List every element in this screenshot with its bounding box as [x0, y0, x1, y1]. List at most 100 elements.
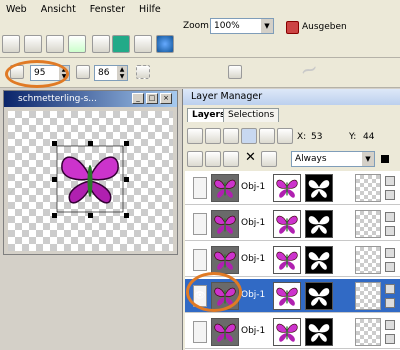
menu-ansicht[interactable]: Ansicht: [41, 4, 76, 15]
layer-lock-icon[interactable]: [385, 212, 395, 222]
layer-image-thumbnail: [273, 318, 301, 346]
layer-mask-thumbnail: [305, 174, 333, 202]
document-title: schmetterling-s...: [18, 94, 97, 104]
visibility-toggle[interactable]: [193, 249, 207, 271]
layer-lock-icon[interactable]: [385, 176, 395, 186]
resize-handle[interactable]: [88, 213, 93, 218]
layer-tool-icon[interactable]: [187, 128, 203, 144]
chevron-down-icon[interactable]: ▼: [362, 152, 374, 166]
resize-handle[interactable]: [88, 141, 93, 146]
layer-tool-icon[interactable]: [241, 128, 257, 144]
layer-row[interactable]: Obj-1: [185, 171, 400, 205]
layer-link-icon[interactable]: [385, 190, 395, 200]
blend-mode-value: Always: [295, 154, 327, 164]
selection-icon[interactable]: [136, 65, 150, 79]
layer-tool-icon[interactable]: [259, 128, 275, 144]
resize-handle[interactable]: [52, 213, 57, 218]
layer-lock-icon[interactable]: [385, 284, 395, 294]
web-preview-icon[interactable]: [156, 35, 174, 53]
layer-thumbnail: [211, 174, 239, 202]
chevron-down-icon[interactable]: ▼: [261, 19, 273, 33]
layer-option-icon[interactable]: [187, 151, 203, 167]
highlight-ellipse: [5, 60, 69, 88]
layer-name[interactable]: Obj-1: [241, 182, 265, 192]
layer-image-thumbnail: [273, 210, 301, 238]
layer-link-icon[interactable]: [385, 298, 395, 308]
layer-list: Obj-1 Obj-1 Obj-1 👁 Obj-1 Obj-1: [185, 171, 400, 350]
layer-link-icon[interactable]: [385, 226, 395, 236]
visibility-toggle[interactable]: [193, 213, 207, 235]
print-icon[interactable]: [228, 65, 242, 79]
tool-icon[interactable]: [68, 35, 86, 53]
resize-handle[interactable]: [124, 213, 129, 218]
layer-tool-icon[interactable]: [277, 128, 293, 144]
layer-manager-title-bar[interactable]: Layer Manager: [183, 89, 400, 105]
visibility-toggle[interactable]: [193, 321, 207, 343]
layer-name[interactable]: Obj-1: [241, 218, 265, 228]
layer-row[interactable]: Obj-1: [185, 207, 400, 241]
layer-name[interactable]: Obj-1: [241, 290, 265, 300]
menu-web[interactable]: Web: [6, 4, 27, 15]
style-icon[interactable]: [76, 65, 90, 79]
tool-icon[interactable]: [2, 35, 20, 53]
blend-icon[interactable]: [261, 151, 277, 167]
document-window: schmetterling-s... _ □ ×: [3, 90, 178, 255]
layer-mask-thumbnail: [305, 282, 333, 310]
second-input[interactable]: 86 ▲ ▼: [94, 65, 128, 81]
layer-thumbnail: [211, 210, 239, 238]
tool-icon[interactable]: [46, 35, 64, 53]
tool-icon[interactable]: [24, 35, 42, 53]
close-icon[interactable]: ×: [160, 93, 172, 104]
layer-thumbnail: [211, 246, 239, 274]
visibility-toggle[interactable]: [193, 177, 207, 199]
layer-option-icon[interactable]: [205, 151, 221, 167]
zoom-select[interactable]: 100% ▼: [210, 18, 274, 34]
layer-name[interactable]: Obj-1: [241, 254, 265, 264]
y-value[interactable]: 44: [363, 132, 374, 142]
layer-image-thumbnail: [273, 246, 301, 274]
layer-manager-title: Layer Manager: [191, 91, 263, 102]
menu-bar: Web Ansicht Fenster Hilfe: [0, 0, 400, 18]
layer-row[interactable]: Obj-1: [185, 315, 400, 349]
layer-tool-icon[interactable]: [205, 128, 221, 144]
blend-mode-select[interactable]: Always ▼: [291, 151, 375, 167]
butterfly-image[interactable]: [54, 143, 126, 215]
x-value[interactable]: 53: [311, 132, 322, 142]
tool-icon[interactable]: [92, 35, 110, 53]
layer-mask-thumbnail: [305, 210, 333, 238]
image-tool-icon[interactable]: [112, 35, 130, 53]
spin-arrows-icon[interactable]: ▲ ▼: [117, 66, 127, 80]
tab-selections[interactable]: Selections: [223, 108, 280, 122]
layer-link-icon[interactable]: [385, 334, 395, 344]
resize-handle[interactable]: [124, 141, 129, 146]
layer-tool-icon[interactable]: [223, 128, 239, 144]
layer-thumbnail: [211, 318, 239, 346]
layer-option-icon[interactable]: [223, 151, 239, 167]
highlight-ellipse: [186, 272, 242, 312]
export-icon: [286, 20, 299, 34]
layer-link-icon[interactable]: [385, 262, 395, 272]
resize-handle[interactable]: [124, 177, 129, 182]
resize-handle[interactable]: [52, 177, 57, 182]
zoom-value: 100%: [214, 21, 240, 31]
layer-lock-icon[interactable]: [385, 248, 395, 258]
canvas[interactable]: [8, 111, 173, 251]
layer-name[interactable]: Obj-1: [241, 326, 265, 336]
color-swatch[interactable]: [381, 155, 389, 163]
delete-icon[interactable]: ✕: [245, 150, 256, 165]
menu-fenster[interactable]: Fenster: [90, 4, 125, 15]
maximize-icon[interactable]: □: [146, 93, 158, 104]
layer-transparency-thumbnail: [355, 210, 381, 238]
minimize-icon[interactable]: _: [132, 93, 144, 104]
layer-transparency-thumbnail: [355, 282, 381, 310]
menu-hilfe[interactable]: Hilfe: [139, 4, 161, 15]
ausgeben-button[interactable]: Ausgeben: [284, 18, 354, 36]
layer-lock-icon[interactable]: [385, 320, 395, 330]
resize-handle[interactable]: [52, 141, 57, 146]
brush-icon[interactable]: [134, 35, 152, 53]
ausgeben-label: Ausgeben: [302, 22, 347, 32]
layer-mask-thumbnail: [305, 246, 333, 274]
layer-transparency-thumbnail: [355, 318, 381, 346]
layer-transparency-thumbnail: [355, 174, 381, 202]
second-value: 86: [98, 68, 110, 78]
